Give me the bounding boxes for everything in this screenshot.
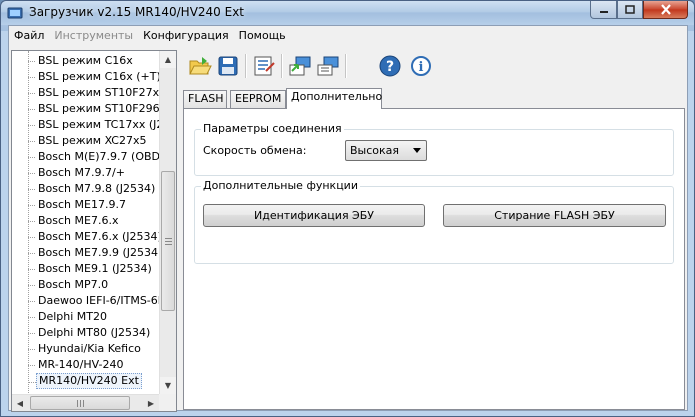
chevron-down-icon	[413, 148, 421, 153]
tree-item[interactable]: Bosch MP7.0	[27, 277, 110, 293]
app-icon	[7, 7, 23, 19]
info-button[interactable]: i	[408, 53, 434, 79]
speed-select[interactable]: Высокая	[345, 140, 427, 161]
tree-item[interactable]: Bosch ME9.1 (J2534)	[28, 261, 154, 277]
minimize-icon	[599, 10, 608, 13]
tree-item[interactable]: Bosch ME7.9.9 (J2534)	[27, 245, 164, 261]
help-button[interactable]: ?	[377, 53, 403, 79]
tree-item[interactable]: Hyundai/Kia Kefico	[28, 341, 143, 357]
tree-item[interactable]: Bosch ME7.6.x (J2534)	[28, 229, 164, 245]
client-area: Файл Инструменты Конфигурация Помощь BSL…	[8, 25, 688, 412]
title-bar[interactable]: Загрузчик v2.15 MR140/HV240 Ext	[1, 1, 694, 25]
tree-item[interactable]: BSL режим ST10F296	[28, 101, 162, 117]
settings-button[interactable]	[251, 53, 277, 79]
close-button[interactable]	[643, 1, 688, 19]
maximize-icon	[625, 5, 635, 14]
toolbar-separator	[345, 54, 347, 78]
connection-group-title: Параметры соединения	[201, 122, 344, 135]
tree-item[interactable]: Bosch M(E)7.9.7 (OBDII)	[28, 149, 173, 165]
tree-item[interactable]: BSL режим XC27x5	[28, 133, 149, 149]
close-icon	[660, 4, 671, 15]
tree-vertical-scrollbar[interactable]: ▲ ▼	[159, 51, 176, 394]
menu-file[interactable]: Файл	[9, 26, 49, 46]
tree-item[interactable]: Delphi MT80 (J2534)	[27, 325, 152, 341]
speed-label: Скорость обмена:	[203, 144, 307, 157]
write-ecu-button[interactable]	[315, 53, 341, 79]
app-window: Загрузчик v2.15 MR140/HV240 Ext Файл Инс…	[0, 0, 695, 417]
tree-connector	[28, 51, 29, 411]
tree-item[interactable]: Bosch M7.9.8 (J2534)	[27, 181, 157, 197]
menu-tools[interactable]: Инструменты	[49, 26, 138, 46]
scroll-corner	[159, 394, 176, 411]
tab-additional[interactable]: Дополнительно	[286, 88, 382, 109]
tree-item[interactable]: Daewoo IEFI-6/ITMS-6F	[27, 293, 166, 309]
toolbar-separator	[245, 54, 247, 78]
menu-help[interactable]: Помощь	[234, 26, 291, 46]
svg-text:?: ?	[386, 59, 394, 75]
identify-ecu-button[interactable]: Идентификация ЭБУ	[203, 204, 425, 227]
svg-text:i: i	[419, 60, 424, 75]
minimize-button[interactable]	[590, 1, 617, 19]
settings-list-icon	[254, 56, 275, 76]
tab-panel-additional: Параметры соединения Скорость обмена: Вы…	[183, 108, 685, 410]
grip-icon	[164, 237, 172, 245]
tree-item[interactable]: BSL режим TC17xx (J25	[27, 117, 172, 133]
scroll-down-icon[interactable]: ▼	[160, 377, 176, 394]
read-ecu-icon	[289, 56, 311, 76]
help-icon: ?	[379, 55, 401, 77]
save-button[interactable]	[215, 53, 241, 79]
window-title: Загрузчик v2.15 MR140/HV240 Ext	[29, 5, 245, 19]
tree-item[interactable]: BSL режим ST10F27x	[27, 85, 161, 101]
scroll-left-icon[interactable]: ◀	[12, 395, 28, 411]
menu-bar: Файл Инструменты Конфигурация Помощь	[9, 26, 687, 46]
tree-horizontal-scrollbar[interactable]: ◀ ▶	[12, 394, 159, 411]
tree-item[interactable]: Bosch ME7.6.x	[27, 213, 120, 229]
tree-item[interactable]: MR-140/HV-240	[27, 357, 125, 373]
extra-functions-group-title: Дополнительные функции	[201, 179, 360, 192]
tree-item[interactable]: Delphi MT20	[27, 309, 109, 325]
toolbar: ? i	[181, 50, 687, 82]
tree-item[interactable]: BSL режим C16x (+T)	[28, 69, 163, 85]
hscroll-thumb[interactable]	[30, 396, 130, 410]
speed-select-value: Высокая	[350, 144, 400, 157]
maximize-button[interactable]	[617, 1, 643, 19]
tree-item-selected[interactable]: MR140/HV240 Ext	[29, 373, 142, 389]
toolbar-separator	[281, 54, 283, 78]
tree-item[interactable]: Bosch ME17.9.7	[28, 197, 128, 213]
read-ecu-button[interactable]	[287, 53, 313, 79]
tab-flash[interactable]: FLASH	[183, 90, 227, 108]
connection-group: Параметры соединения Скорость обмена: Вы…	[194, 122, 674, 176]
info-icon: i	[411, 56, 431, 76]
scroll-right-icon[interactable]: ▶	[143, 395, 159, 411]
open-folder-icon	[189, 57, 212, 75]
menu-configuration[interactable]: Конфигурация	[138, 26, 234, 46]
open-button[interactable]	[187, 53, 213, 79]
tab-eeprom[interactable]: EEPROM	[230, 90, 286, 108]
extra-functions-group: Дополнительные функции Идентификация ЭБУ…	[194, 179, 674, 264]
scroll-up-icon[interactable]: ▲	[160, 51, 176, 68]
scroll-thumb[interactable]	[161, 171, 175, 311]
tree-item[interactable]: BSL режим C16x	[28, 53, 135, 69]
write-ecu-icon	[317, 56, 339, 76]
grip-icon	[76, 399, 84, 407]
erase-flash-button[interactable]: Стирание FLASH ЭБУ	[443, 204, 666, 227]
ecu-tree[interactable]: BSL режим C16x BSL режим C16x (+T) BSL р…	[11, 50, 177, 412]
tree-item[interactable]: Bosch M7.9.7/+	[28, 165, 127, 181]
save-icon	[218, 56, 238, 76]
